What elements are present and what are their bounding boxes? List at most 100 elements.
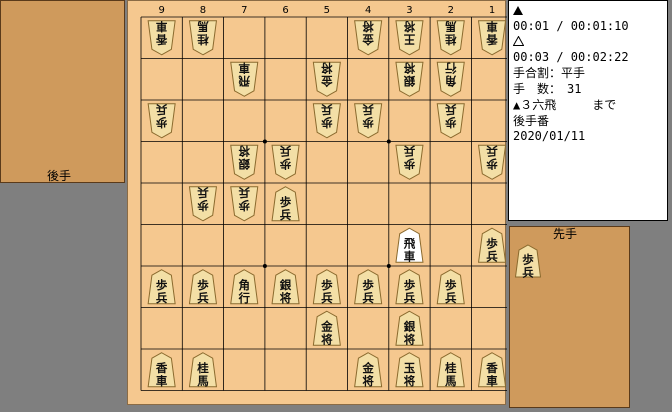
piece-glyph: 将 xyxy=(362,19,374,33)
piece-glyph: 兵 xyxy=(362,291,374,305)
board-piece-gote-pawn-17[interactable]: 歩兵 xyxy=(477,144,507,180)
board-piece-gote-rook-6[interactable]: 飛車 xyxy=(230,61,259,97)
piece-glyph: 馬 xyxy=(197,374,209,388)
file-label: 8 xyxy=(200,5,206,16)
board-piece-sente-lance-38[interactable]: 香車 xyxy=(477,352,507,388)
shogi-board[interactable]: 987654321一二三四五六七八九香車桂馬金将王将桂馬香車飛車金将銀将角行歩兵… xyxy=(127,0,507,406)
board-piece-sente-knight-37[interactable]: 桂馬 xyxy=(436,352,465,388)
board-piece-gote-pawn-11[interactable]: 歩兵 xyxy=(312,102,341,139)
board-piece-gote-knight-1[interactable]: 桂馬 xyxy=(188,19,218,56)
piece-glyph: 馬 xyxy=(197,19,209,33)
board-piece-sente-pawn-22[interactable]: 歩兵 xyxy=(477,227,507,264)
piece-glyph: 銀 xyxy=(238,157,250,171)
piece-glyph: 兵 xyxy=(522,266,534,280)
sente-triangle-icon xyxy=(513,6,523,15)
piece-glyph: 銀 xyxy=(403,74,415,88)
sente-piece-stand[interactable]: 先手 歩兵 xyxy=(509,226,630,408)
board-piece-sente-gold-35[interactable]: 金将 xyxy=(354,352,383,388)
board-piece-gote-knight-4[interactable]: 桂馬 xyxy=(436,19,465,56)
piece-glyph: 香 xyxy=(485,361,498,375)
board-piece-gote-king-3[interactable]: 王将 xyxy=(395,19,424,56)
piece-glyph: 金 xyxy=(361,361,374,375)
piece-glyph: 将 xyxy=(238,144,250,158)
piece-glyph: 車 xyxy=(238,61,250,75)
gote-piece-stand[interactable]: 後手 xyxy=(0,0,125,183)
board-grid[interactable]: 987654321一二三四五六七八九香車桂馬金将王将桂馬香車飛車金将銀将角行歩兵… xyxy=(128,1,507,406)
piece-glyph: 歩 xyxy=(321,115,333,129)
board-piece-gote-silver-14[interactable]: 銀将 xyxy=(230,144,259,180)
last-move-text: ▲３六飛 まで xyxy=(513,97,617,112)
handicap-text: 手合割：平手 xyxy=(513,66,586,81)
board-piece-gote-bishop-9[interactable]: 角行 xyxy=(436,61,465,97)
piece-glyph: 兵 xyxy=(238,185,250,199)
board-piece-sente-pawn-28[interactable]: 歩兵 xyxy=(354,269,383,305)
board-piece-sente-pawn-23[interactable]: 歩兵 xyxy=(147,269,176,305)
piece-glyph: 将 xyxy=(404,374,416,388)
board-piece-sente-rook-21[interactable]: 飛車 xyxy=(395,227,424,264)
board-piece-sente-king-36[interactable]: 玉将 xyxy=(395,352,424,388)
piece-glyph: 兵 xyxy=(362,102,374,116)
board-piece-sente-lance-33[interactable]: 香車 xyxy=(147,352,176,388)
sente-stand-pieces[interactable]: 歩兵 xyxy=(510,227,631,409)
board-piece-sente-silver-32[interactable]: 銀将 xyxy=(395,310,424,347)
piece-glyph: 車 xyxy=(486,19,498,33)
piece-glyph: 金 xyxy=(321,74,334,88)
piece-glyph: 将 xyxy=(321,333,333,347)
board-piece-gote-gold-7[interactable]: 金将 xyxy=(312,61,341,97)
piece-glyph: 兵 xyxy=(155,102,167,116)
board-piece-sente-pawn-24[interactable]: 歩兵 xyxy=(188,269,218,305)
board-piece-sente-pawn-29[interactable]: 歩兵 xyxy=(395,269,424,305)
piece-glyph: 金 xyxy=(362,32,375,46)
piece-glyph: 銀 xyxy=(280,278,292,292)
board-piece-sente-pawn-27[interactable]: 歩兵 xyxy=(312,269,341,305)
piece-glyph: 将 xyxy=(362,374,374,388)
piece-glyph: 歩 xyxy=(280,195,292,209)
piece-glyph: 金 xyxy=(320,320,333,334)
star-point xyxy=(386,264,391,268)
piece-glyph: 香 xyxy=(155,361,168,375)
piece-glyph: 角 xyxy=(445,74,457,88)
board-piece-gote-pawn-15[interactable]: 歩兵 xyxy=(271,144,300,180)
file-label: 4 xyxy=(365,5,371,16)
board-piece-gote-lance-5[interactable]: 香車 xyxy=(477,19,507,56)
board-piece-gote-pawn-16[interactable]: 歩兵 xyxy=(395,144,424,180)
piece-glyph: 将 xyxy=(404,333,416,347)
board-piece-gote-pawn-12[interactable]: 歩兵 xyxy=(354,102,383,139)
board-piece-sente-pawn-30[interactable]: 歩兵 xyxy=(436,269,465,305)
file-label: 2 xyxy=(448,5,454,16)
board-piece-gote-pawn-13[interactable]: 歩兵 xyxy=(436,102,465,139)
board-piece-sente-gold-31[interactable]: 金将 xyxy=(312,310,341,347)
piece-glyph: 兵 xyxy=(445,102,457,116)
file-label: 3 xyxy=(406,5,412,16)
board-piece-gote-pawn-10[interactable]: 歩兵 xyxy=(147,102,176,139)
board-piece-sente-silver-26[interactable]: 銀将 xyxy=(271,269,300,305)
board-piece-sente-bishop-25[interactable]: 角行 xyxy=(230,269,259,305)
board-piece-gote-lance-0[interactable]: 香車 xyxy=(147,19,176,56)
piece-glyph: 行 xyxy=(238,291,251,305)
board-piece-gote-gold-2[interactable]: 金将 xyxy=(354,19,383,56)
piece-glyph: 兵 xyxy=(486,144,498,158)
board-piece-gote-pawn-18[interactable]: 歩兵 xyxy=(188,185,218,222)
board-piece-sente-pawn-20[interactable]: 歩兵 xyxy=(271,186,300,222)
star-point xyxy=(262,264,267,268)
piece-glyph: 歩 xyxy=(404,278,416,292)
piece-glyph: 将 xyxy=(403,61,415,75)
board-piece-gote-pawn-19[interactable]: 歩兵 xyxy=(230,185,259,222)
piece-glyph: 兵 xyxy=(279,144,291,158)
piece-glyph: 兵 xyxy=(280,208,292,222)
piece-glyph: 兵 xyxy=(404,291,416,305)
piece-glyph: 飛 xyxy=(238,74,251,88)
piece-glyph: 将 xyxy=(321,61,333,75)
star-point xyxy=(262,139,267,144)
gote-marker-line xyxy=(512,35,663,51)
piece-glyph: 歩 xyxy=(197,278,209,292)
stand-piece-sente-pawn-0[interactable]: 歩兵 xyxy=(514,244,542,280)
gote-stand-label: 後手 xyxy=(47,169,72,183)
piece-glyph: 桂 xyxy=(197,32,210,46)
piece-glyph: 歩 xyxy=(279,157,291,171)
piece-glyph: 車 xyxy=(404,250,416,264)
board-piece-sente-knight-34[interactable]: 桂馬 xyxy=(188,352,218,388)
piece-glyph: 歩 xyxy=(522,253,534,267)
board-piece-gote-silver-8[interactable]: 銀将 xyxy=(395,61,424,97)
piece-glyph: 歩 xyxy=(238,198,250,212)
